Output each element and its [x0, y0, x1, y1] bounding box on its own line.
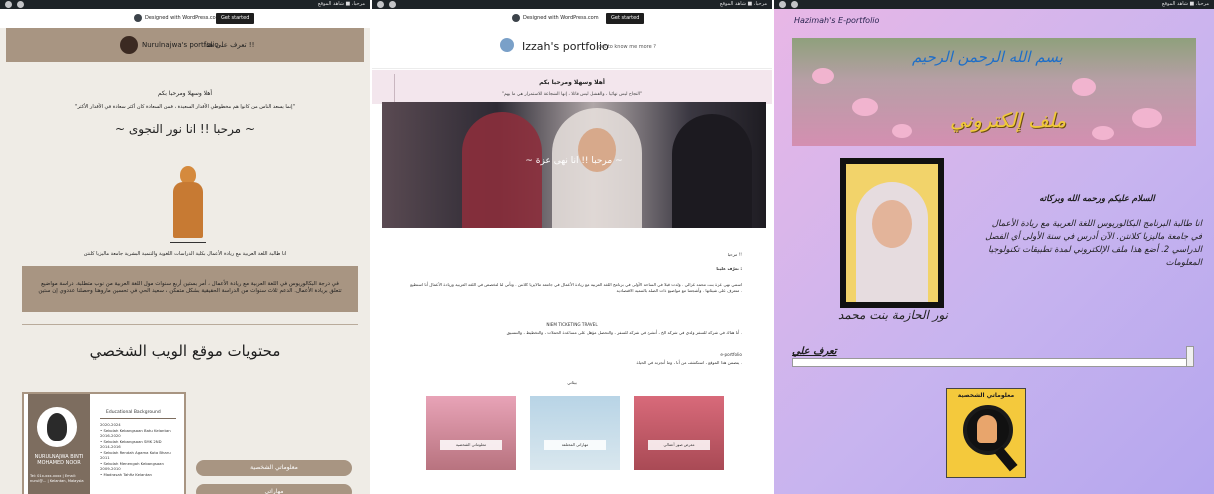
- personal-info-label: معلوماتي الشخصية: [957, 392, 1015, 399]
- wordpress-logo-icon: [512, 14, 520, 22]
- content-line: اسمي نهى عزة بنت محمد غزالي . ولدت قبلا …: [410, 282, 742, 293]
- admin-bar: مرحبا، ■ شاهد الموقع: [372, 0, 772, 9]
- resume-contact: Tel: 01x-xxx-xxxx | Email: nurul@... | K…: [30, 474, 84, 483]
- section-title: محتويات موقع الويب الشخصي: [89, 342, 281, 360]
- get-started-button[interactable]: Get started: [216, 13, 255, 24]
- admin-bar-right[interactable]: مرحبا، ■ شاهد الموقع: [1162, 0, 1209, 9]
- customize-icon[interactable]: [791, 1, 798, 8]
- wordpress-notice: Designed with WordPress.com Get started: [0, 9, 370, 28]
- admin-bar-right[interactable]: مرحبا، ■ شاهد الموقع: [318, 0, 365, 9]
- site-logo[interactable]: [120, 36, 138, 54]
- customize-icon[interactable]: [17, 1, 24, 8]
- content-line: أنا هناك في شركة للسفر ولدي في شركة الخ …: [506, 330, 742, 335]
- profile-figure: [170, 166, 206, 238]
- content-line: تعرّف علينا :: [716, 266, 742, 271]
- content-line: NIEM TICKETING TRAVEL: [546, 322, 598, 327]
- embed-frame[interactable]: [792, 358, 1192, 367]
- tile-label: مهاراتي المختلفة: [544, 440, 606, 450]
- site-header: Nurulnajwa's portfolio تعرف على هذا !!: [6, 28, 364, 62]
- magnifier-icon: [963, 405, 1013, 455]
- wordpress-icon[interactable]: [377, 1, 384, 8]
- customize-icon[interactable]: [389, 1, 396, 8]
- content-line: مرحبا !!: [727, 252, 742, 257]
- wordpress-icon[interactable]: [779, 1, 786, 8]
- nav-link[interactable]: get to know me more ?: [598, 44, 656, 50]
- site-header: Izzah's portfolio get to know me more ?: [372, 28, 772, 69]
- admin-bar: مرحبا، ■ شاهد الموقع: [774, 0, 1214, 9]
- quote: "إنما يسعد الناس من كانوا هم مخطوطي الأق…: [75, 104, 295, 110]
- personal-info-card[interactable]: معلوماتي الشخصية: [946, 388, 1026, 478]
- hero-title: ~ مرحبا !! انا نور النجوى ~: [115, 122, 255, 136]
- site-logo[interactable]: [500, 38, 514, 52]
- panel-nurulnajwa-portfolio: مرحبا، ■ شاهد الموقع Designed with WordP…: [0, 0, 370, 494]
- banner-title: أهلا وسهلا ومرحبا بكم: [539, 79, 605, 86]
- notice-text: Designed with WordPress.com: [523, 15, 599, 21]
- resume-name: NURULNAJWA BINTI MOHAMED NOOR: [34, 454, 84, 466]
- about-text: في درجة البكالوريوس في اللغة العربية مع …: [38, 281, 342, 294]
- section-divider: [22, 324, 358, 325]
- admin-bar-right[interactable]: مرحبا، ■ شاهد الموقع: [720, 0, 767, 9]
- hero-title: ~ مرحبا !! انا نهى عزة ~: [525, 156, 623, 166]
- about-box: في درجة البكالوريوس في اللغة العربية مع …: [22, 266, 358, 312]
- tile-label: معلوماتي الشخصية: [440, 440, 502, 450]
- avatar: [34, 404, 80, 450]
- intro-text: انا طالبة البرنامج البكالوريوس اللغة الع…: [985, 219, 1202, 268]
- wordpress-icon[interactable]: [5, 1, 12, 8]
- content-line: e-portfolio: [720, 352, 742, 357]
- notice-text: Designed with WordPress.com: [145, 15, 221, 21]
- education-list: 2020-2024 • Sekolah Kebangsaan Batu Kela…: [100, 422, 184, 477]
- education-title: Educational Background: [106, 410, 161, 415]
- tile-gallery[interactable]: معرض صور أعمالي: [634, 396, 724, 470]
- panel-hazimah-portfolio: مرحبا، ■ شاهد الموقع Hazimah's E-portfol…: [774, 0, 1214, 494]
- profile-photo: [840, 158, 944, 308]
- divider: [170, 242, 206, 243]
- site-title[interactable]: Hazimah's E-portfolio: [794, 16, 879, 25]
- skills-button[interactable]: مهاراتي: [196, 484, 352, 494]
- resume-card: NURULNAJWA BINTI MOHAMED NOOR Tel: 01x-x…: [22, 392, 186, 494]
- scrollbar[interactable]: [1186, 346, 1194, 367]
- get-started-button[interactable]: Get started: [606, 13, 645, 24]
- cards-label: بيئاتي: [567, 380, 577, 385]
- welcome-banner: أهلا وسهلا ومرحبا بكم "النجاح ليس نهائيا…: [372, 70, 772, 104]
- salam-greeting: السلام عليكم ورحمه الله وبركاته: [1039, 194, 1155, 204]
- list-item: • Madrasah Tahfiz Kelantan: [100, 471, 152, 477]
- wordpress-logo-icon: [134, 14, 142, 22]
- signature: نور الحازمة بنت محمد: [838, 308, 948, 322]
- admin-bar: مرحبا، ■ شاهد الموقع: [0, 0, 370, 9]
- site-title[interactable]: Izzah's portfolio: [522, 40, 609, 53]
- eportfolio-calligraphy: ملف إلكتروني: [950, 108, 1067, 132]
- tile-skills[interactable]: مهاراتي المختلفة: [530, 396, 620, 470]
- personal-info-button[interactable]: معلوماتي الشخصية: [196, 460, 352, 476]
- description: انا طالبة اللغة العربية مع ريادة الأعمال…: [83, 251, 287, 257]
- tile-personal-info[interactable]: معلوماتي الشخصية: [426, 396, 516, 470]
- basmala-calligraphy: بسم الله الرحمن الرحيم: [912, 48, 1063, 66]
- hero-image: ~ مرحبا !! انا نهى عزة ~: [382, 102, 766, 228]
- header-image: بسم الله الرحمن الرحيم ملف إلكتروني: [792, 38, 1196, 146]
- tile-label: معرض صور أعمالي: [648, 440, 710, 450]
- know-me-heading: تعرف علي: [792, 346, 837, 357]
- banner-quote: "النجاح ليس نهائيا ، والفشل ليس قاتلا ، …: [501, 92, 643, 97]
- wordpress-notice: Designed with WordPress.com Get started: [372, 9, 772, 28]
- greeting: أهلا وسهلا ومرحبا بكم: [157, 90, 213, 97]
- nav-link[interactable]: تعرف على هذا !!: [204, 41, 254, 49]
- tiles-grid: معلوماتي الشخصية مهاراتي المختلفة معرض ص…: [426, 396, 736, 470]
- content-line: يتضمن هذا الموقع ، استكشف من أنا ، وما أ…: [636, 360, 742, 365]
- panel-izzah-portfolio: مرحبا، ■ شاهد الموقع Designed with WordP…: [372, 0, 772, 494]
